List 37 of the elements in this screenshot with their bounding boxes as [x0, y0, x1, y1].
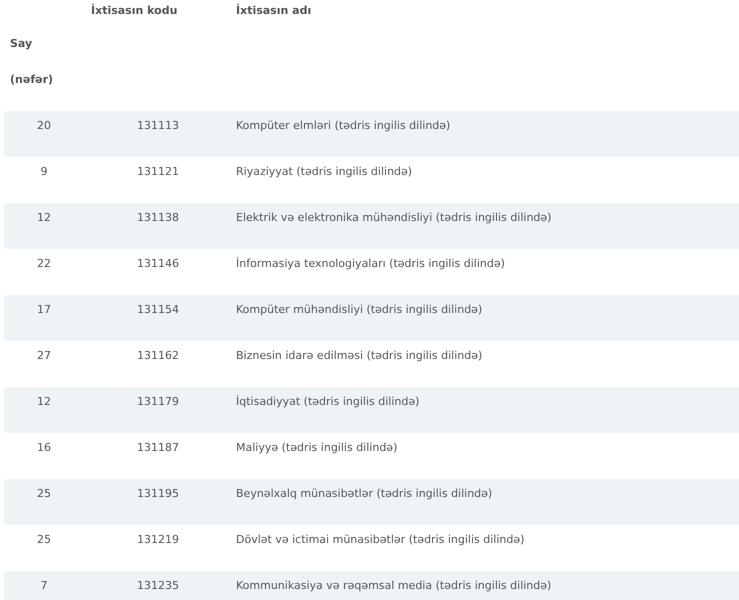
table-cell-text: 22 [37, 256, 51, 272]
table-cell-text: 27 [37, 348, 51, 364]
table-cell-text: 20 [37, 118, 51, 134]
table-cell-text: 16 [37, 440, 51, 456]
table-cell: Elektrik və elektronika mühəndisliyi (tədris ingilis dilində) [236, 211, 552, 224]
column-header: İxtisasın adı [236, 3, 312, 19]
table-cell-text: 25 [37, 486, 51, 502]
table-cell: Biznesin idarə edilməsi (tədris ingilis dilində) [236, 349, 482, 362]
column-header: İxtisasın kodu [91, 3, 178, 19]
table-cell-text: 131235 [137, 578, 179, 594]
table-cell: Kompüter elmləri (tədris ingilis dilində) [236, 119, 450, 132]
table-cell-text: 131113 [137, 118, 179, 134]
column-header: (nəfər) [10, 72, 54, 88]
table-cell-text: 9 [40, 164, 48, 180]
table-cell-text: 131121 [137, 164, 179, 180]
table-cell-text: 131146 [137, 256, 179, 272]
table-cell: Maliyyə (tədris ingilis dilində) [236, 441, 398, 454]
table-cell-text: 17 [37, 302, 51, 318]
table-cell-text: 131138 [137, 210, 179, 226]
table-cell-text: 131179 [137, 394, 179, 410]
column-header: Say [10, 36, 34, 52]
table-cell: Kompüter mühəndisliyi (tədris ingilis dilində) [236, 303, 482, 316]
table-cell-text: 131195 [137, 486, 179, 502]
table-cell: Kommunikasiya və rəqəmsal media (tədris ingilis dilində) [236, 579, 552, 592]
table-cell-text: 12 [37, 394, 51, 410]
table-cell-text: 131187 [137, 440, 179, 456]
table-cell: Dövlət və ictimai münasibətlər (tədris ingilis dilində) [236, 533, 524, 546]
table-cell: İnformasiya texnologiyaları (tədris ingilis dilində) [236, 257, 505, 270]
table-cell: İqtisadiyyat (tədris ingilis dilində) [236, 395, 420, 408]
table-cell-text: 7 [40, 578, 48, 594]
table-cell-text: 131162 [137, 348, 179, 364]
table-cell: Beynəlxalq münasibətlər (tədris ingilis dilində) [236, 487, 492, 500]
table-cell-text: 12 [37, 210, 51, 226]
table-cell: Riyaziyyat (tədris ingilis dilində) [236, 165, 412, 178]
table-cell-text: 25 [37, 532, 51, 548]
table-cell-text: 131219 [137, 532, 179, 548]
table-cell-text: 131154 [137, 302, 179, 318]
